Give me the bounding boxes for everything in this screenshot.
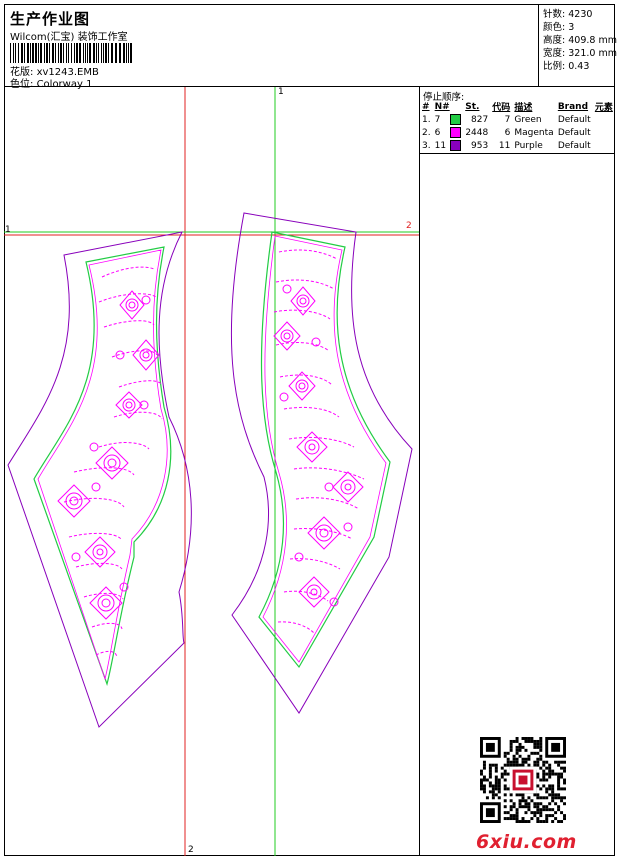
table-header-row: # N# St. 代码 描述 Brand 元素 (420, 100, 615, 114)
color-swatch (450, 114, 462, 125)
col-needle: N# (434, 101, 450, 112)
cell-description: Magenta (514, 127, 554, 138)
barcode (10, 43, 135, 63)
cell-swatch (448, 113, 463, 126)
cell-needle: 7 (434, 114, 441, 125)
stop-sequence-table: # N# St. 代码 描述 Brand 元素 1. 7 827 7 Green Defa… (420, 100, 615, 152)
col-index: # (422, 101, 430, 112)
left-collar-piece (7, 231, 192, 728)
cell-brand: Default (557, 114, 591, 125)
stats-panel: 针数: 4230 颜色: 3 高度: 409.8 mm 宽度: 321.0 mm… (539, 4, 617, 87)
stat-height: 高度: 409.8 mm (543, 35, 617, 46)
cell-stitches: 2448 (465, 127, 489, 138)
cell-swatch (448, 126, 463, 139)
stat-colors: 颜色: 3 (543, 22, 575, 33)
color-swatch (450, 127, 462, 138)
qr-code (480, 737, 566, 823)
col-brand: Brand (557, 101, 589, 112)
table-divider (420, 153, 615, 154)
cell-description: Green (514, 114, 542, 125)
cell-index: 3. (422, 140, 431, 151)
watermark-logo: 6xiu.com (476, 831, 577, 853)
cell-needle: 11 (434, 140, 447, 151)
design-canvas: 1 1 2 2 (4, 87, 420, 856)
stat-stitches: 针数: 4230 (543, 9, 593, 20)
cell-index: 1. (422, 114, 431, 125)
axis-marker-bottom: 2 (188, 845, 194, 855)
axis-marker-left: 1 (5, 225, 11, 235)
page-title: 生产作业图 (10, 10, 91, 28)
cell-brand: Default (557, 140, 591, 151)
col-code: 代码 (492, 103, 511, 113)
cell-element (593, 139, 615, 152)
stat-scale: 比例: 0.43 (543, 61, 590, 72)
cell-stitches: 953 (471, 140, 489, 151)
col-description: 描述 (514, 103, 533, 113)
cell-index: 2. (422, 127, 431, 138)
table-row: 3. 11 953 11 Purple Default (420, 139, 615, 152)
cell-needle: 6 (434, 127, 441, 138)
embroidery-preview (4, 87, 419, 856)
col-stitches: St. (465, 101, 480, 112)
cell-stitches: 827 (471, 114, 489, 125)
cell-code: 11 (498, 140, 511, 151)
cell-code: 7 (504, 114, 511, 125)
header-panel: 生产作业图 Wilcom(汇宝) 装饰工作室 花版: xv1243.EMB 色位… (4, 4, 539, 90)
studio-subtitle: Wilcom(汇宝) 装饰工作室 (10, 32, 128, 43)
axis-marker-top: 1 (278, 87, 284, 97)
cell-code: 6 (504, 127, 511, 138)
stop-sequence-panel: 停止顺序: # N# St. 代码 描述 Brand 元素 1. 7 827 7 Gre… (420, 87, 615, 856)
table-row: 2. 6 2448 6 Magenta Default (420, 126, 615, 139)
cell-description: Purple (514, 140, 543, 151)
right-collar-piece (230, 212, 413, 714)
axis-marker-right: 2 (406, 221, 412, 231)
cell-swatch (448, 139, 463, 152)
cell-element (593, 126, 615, 139)
col-element: 元素 (594, 103, 613, 113)
table-row: 1. 7 827 7 Green Default (420, 113, 615, 126)
cell-element (593, 113, 615, 126)
cell-brand: Default (557, 127, 591, 138)
color-swatch (450, 140, 462, 151)
stat-width: 宽度: 321.0 mm (543, 48, 617, 59)
